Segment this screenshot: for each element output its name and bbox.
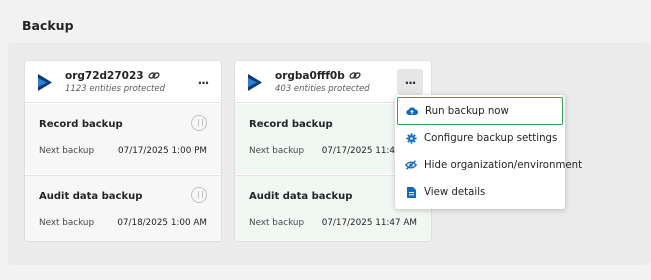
next-backup-value: 07/18/2025 1:00 AM	[117, 218, 207, 228]
document-icon	[405, 186, 417, 198]
record-backup-section: Record backup Next backup 07/17/2025 1:0…	[25, 104, 221, 174]
cloud-upload-icon	[406, 105, 418, 117]
next-backup-label: Next backup	[249, 218, 305, 228]
entities-protected: 1123 entities protected	[65, 84, 165, 94]
next-backup-label: Next backup	[39, 218, 95, 228]
dynamics-logo-icon	[248, 74, 262, 91]
link-icon	[349, 72, 361, 79]
next-backup-label: Next backup	[249, 146, 305, 156]
section-title: Audit data backup	[249, 191, 353, 202]
menu-item-view-details[interactable]: View details	[397, 178, 563, 206]
menu-item-configure-backup-settings[interactable]: Configure backup settings	[397, 124, 563, 152]
more-options-button[interactable]: ...	[397, 69, 423, 95]
status-paused-icon	[191, 115, 207, 131]
dynamics-logo-icon	[38, 74, 52, 91]
gear-icon	[405, 132, 417, 144]
link-icon	[148, 72, 160, 79]
audit-backup-section: Audit data backup Next backup 07/18/2025…	[25, 175, 221, 241]
entities-protected: 403 entities protected	[275, 84, 370, 94]
org-name: org72d27023	[65, 70, 160, 82]
menu-item-label: View details	[424, 186, 486, 198]
section-title: Record backup	[249, 119, 333, 130]
more-options-button[interactable]: ...	[190, 69, 216, 95]
section-title: Audit data backup	[39, 191, 143, 202]
org-card-header: org72d27023 1123 entities protected ...	[25, 61, 221, 103]
menu-item-label: Configure backup settings	[424, 132, 558, 144]
eye-off-icon	[405, 159, 417, 171]
section-title: Record backup	[39, 119, 123, 130]
menu-item-label: Hide organization/environment	[424, 159, 583, 171]
next-backup-value: 07/17/2025 11:47 AM	[321, 218, 417, 228]
org-name: orgba0fff0b	[275, 70, 361, 82]
page-title: Backup	[22, 18, 74, 33]
menu-item-hide-organization[interactable]: Hide organization/environment	[397, 151, 582, 179]
status-paused-icon	[191, 187, 207, 203]
org-card: org72d27023 1123 entities protected ... …	[24, 60, 222, 242]
menu-item-label: Run backup now	[425, 105, 509, 117]
menu-item-run-backup-now[interactable]: Run backup now	[397, 97, 563, 125]
context-menu: Run backup now Configure backup settings…	[395, 95, 582, 209]
next-backup-value: 07/17/2025 1:00 PM	[118, 146, 207, 156]
next-backup-label: Next backup	[39, 146, 95, 156]
